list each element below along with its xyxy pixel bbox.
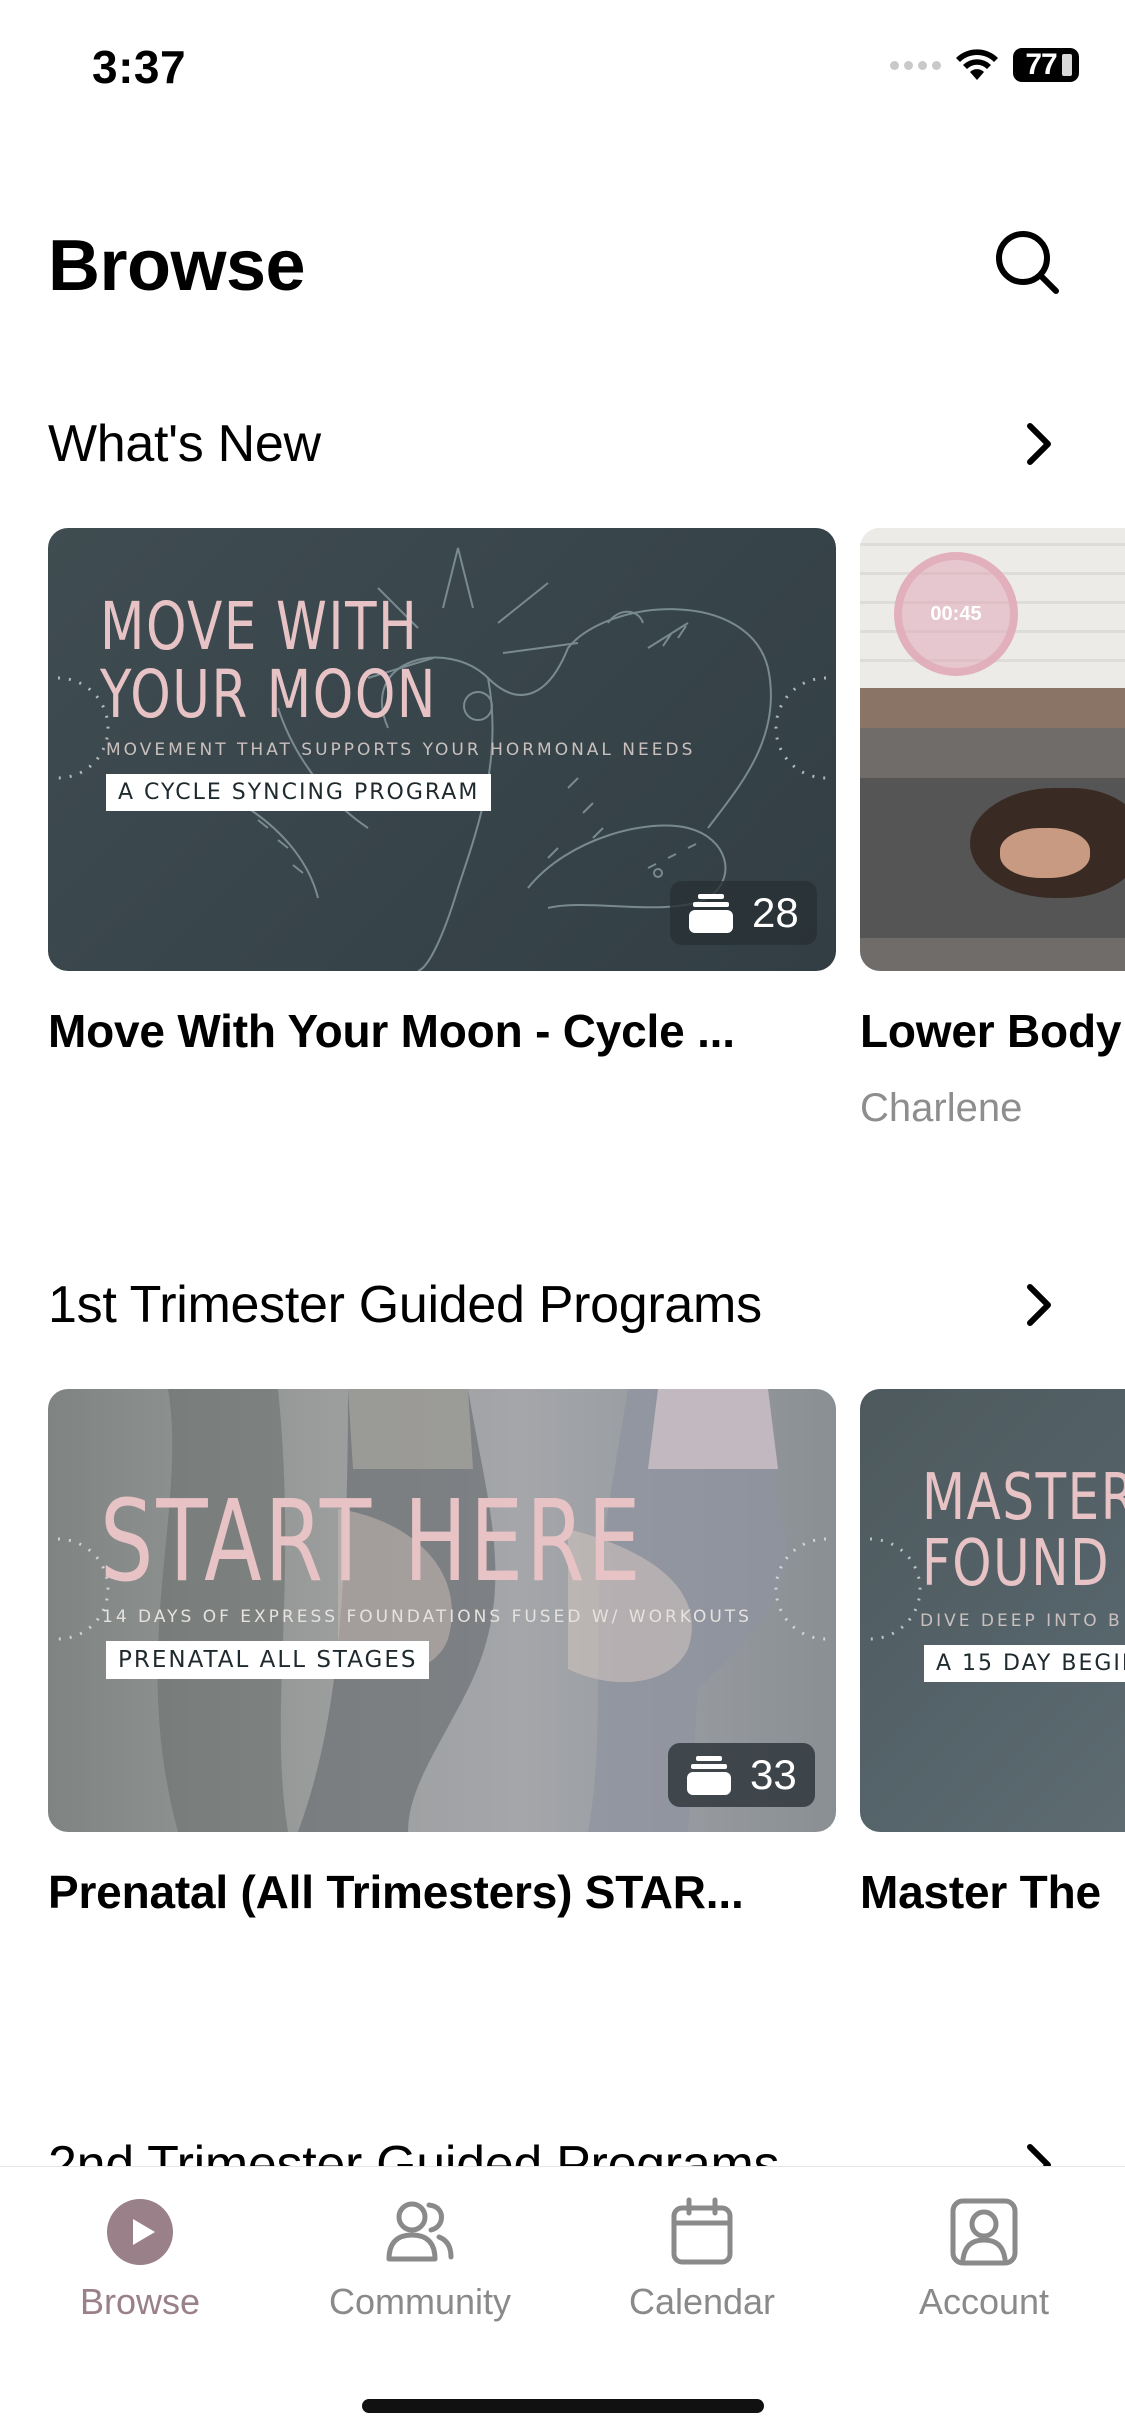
card-headline-1: MASTER bbox=[922, 1461, 1125, 1535]
card-title[interactable]: Prenatal (All Trimesters) STAR... bbox=[48, 1865, 744, 1919]
card-title[interactable]: Move With Your Moon - Cycle ... bbox=[48, 1004, 735, 1058]
card-headline-1: MOVE WITH bbox=[100, 588, 419, 665]
section-title-whats-new: What's New bbox=[48, 415, 321, 473]
card-headline-2: FOUND bbox=[922, 1527, 1111, 1601]
card-headline-2: YOUR MOON bbox=[100, 656, 437, 733]
card-title[interactable]: Lower Body bbox=[860, 1004, 1121, 1058]
chevron-right-icon bbox=[1027, 1284, 1051, 1326]
card-tag: A 15 DAY BEGINN bbox=[924, 1645, 1125, 1682]
program-card-move-with-your-moon[interactable]: MOVE WITH YOUR MOON MOVEMENT THAT SUPPOR… bbox=[48, 528, 836, 971]
search-button[interactable] bbox=[993, 228, 1063, 298]
program-card-master-the-foundations[interactable]: MASTER FOUND DIVE DEEP INTO B A 15 DAY B… bbox=[860, 1389, 1125, 1832]
home-indicator bbox=[362, 2399, 764, 2413]
floor-background bbox=[860, 688, 1125, 728]
timer-overlay: 00:45 bbox=[894, 552, 1018, 676]
wifi-icon bbox=[956, 49, 998, 80]
cellular-signal-icon bbox=[890, 60, 941, 70]
card-instructor: Charlene bbox=[860, 1086, 1023, 1130]
person-face bbox=[1000, 828, 1090, 878]
tab-calendar[interactable]: Calendar bbox=[582, 2197, 822, 2323]
tab-browse[interactable]: Browse bbox=[20, 2197, 260, 2323]
tab-label: Browse bbox=[79, 2281, 201, 2322]
tab-account[interactable]: Account bbox=[864, 2197, 1104, 2323]
person-square-icon bbox=[949, 2197, 1019, 2267]
1st-trimester-see-all-button[interactable] bbox=[1016, 1275, 1064, 1335]
tab-label: Account bbox=[918, 2281, 1050, 2322]
stack-icon bbox=[689, 894, 733, 933]
video-count-badge: 33 bbox=[668, 1743, 815, 1807]
page-title: Browse bbox=[48, 226, 306, 306]
video-count: 28 bbox=[752, 889, 799, 936]
section-title-1st-trimester: 1st Trimester Guided Programs bbox=[48, 1276, 762, 1334]
tab-label: Community bbox=[328, 2281, 512, 2322]
status-bar: 3:37 77 bbox=[0, 0, 1125, 140]
workout-card-lower-body[interactable]: 00:45 bbox=[860, 528, 1125, 971]
video-count-badge: 28 bbox=[670, 881, 817, 945]
search-icon bbox=[996, 231, 1059, 294]
whats-new-see-all-button[interactable] bbox=[1016, 414, 1064, 474]
timer-text: 00:45 bbox=[930, 602, 982, 625]
play-circle-icon bbox=[105, 2197, 175, 2267]
people-icon bbox=[385, 2197, 455, 2267]
card-subline: MOVEMENT THAT SUPPORTS YOUR HORMONAL NEE… bbox=[106, 740, 696, 760]
tab-bar: Browse Community Calendar Account bbox=[0, 2166, 1125, 2436]
tab-label: Calendar bbox=[628, 2281, 776, 2322]
card-title[interactable]: Master The bbox=[860, 1865, 1101, 1919]
chevron-right-icon bbox=[1027, 423, 1051, 465]
calendar-icon bbox=[667, 2197, 737, 2267]
status-time: 3:37 bbox=[92, 41, 187, 93]
battery-icon: 77 bbox=[1013, 48, 1079, 82]
card-headline: START HERE bbox=[100, 1477, 644, 1607]
stack-icon bbox=[687, 1756, 731, 1795]
battery-level: 77 bbox=[1025, 48, 1057, 81]
program-card-start-here[interactable]: START HERE 14 DAYS OF EXPRESS FOUNDATION… bbox=[48, 1389, 836, 1832]
card-tag: PRENATAL ALL STAGES bbox=[106, 1641, 430, 1679]
card-subline: 14 DAYS OF EXPRESS FOUNDATIONS FUSED W/ … bbox=[102, 1607, 752, 1627]
video-count: 33 bbox=[750, 1751, 797, 1798]
card-tag: A CYCLE SYNCING PROGRAM bbox=[106, 774, 492, 811]
card-subline: DIVE DEEP INTO B bbox=[920, 1611, 1123, 1631]
tab-community[interactable]: Community bbox=[300, 2197, 540, 2323]
status-icons: 77 bbox=[890, 48, 1079, 82]
